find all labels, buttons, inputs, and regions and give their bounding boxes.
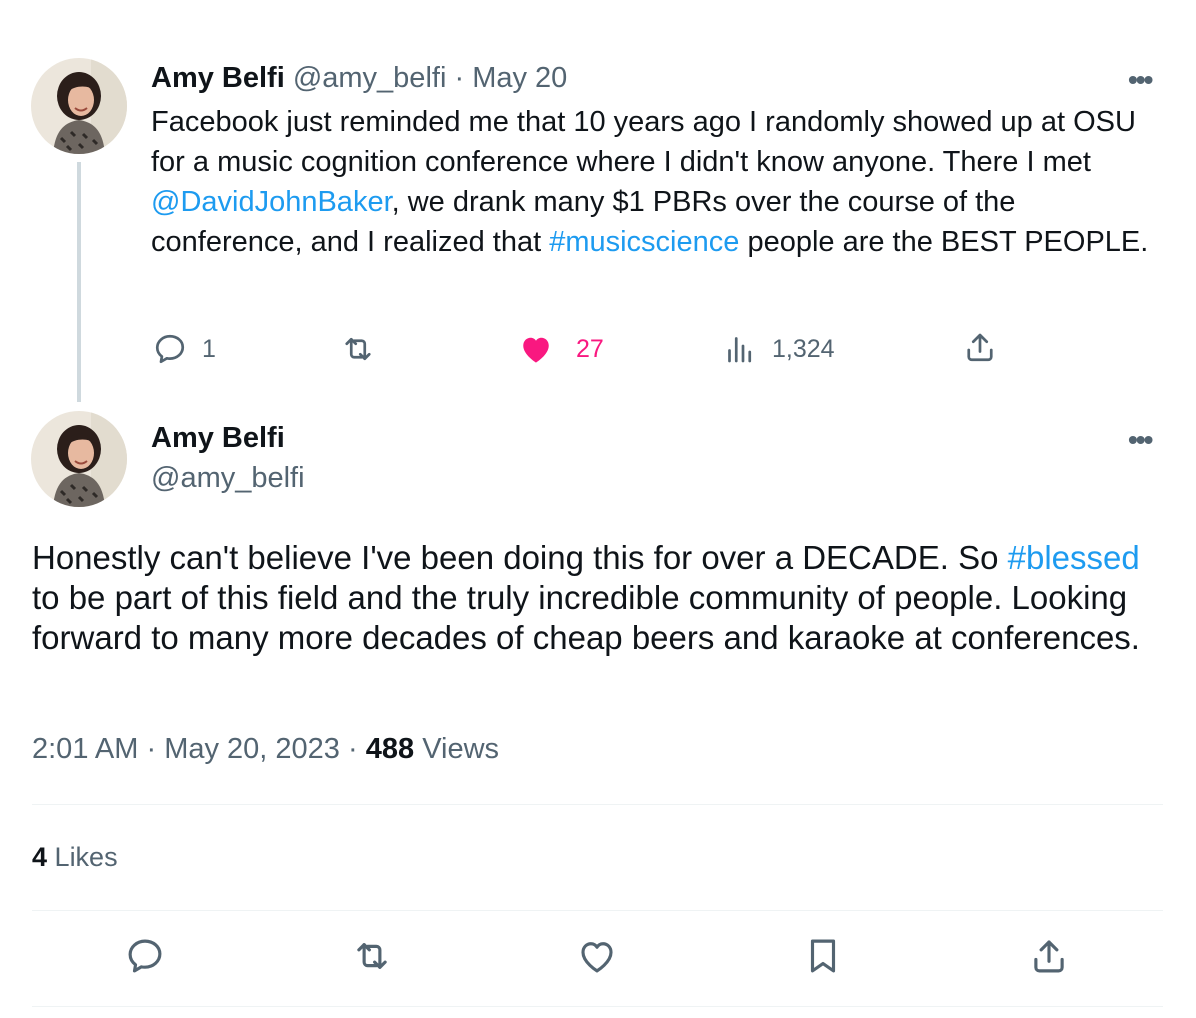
handle[interactable]: @amy_belfi [293, 62, 447, 94]
views-label: Views [422, 733, 500, 765]
separator: · [348, 733, 358, 765]
tweet-time[interactable]: 2:01 AM [32, 733, 138, 765]
heart-filled-icon [523, 337, 549, 363]
separator: · [146, 733, 157, 765]
view-count: 1,324 [772, 334, 835, 363]
display-name[interactable]: Amy Belfi [151, 422, 285, 455]
share-icon [1034, 940, 1064, 973]
retweet-button[interactable] [350, 935, 394, 982]
share-button[interactable] [1028, 935, 1070, 982]
like-count: 27 [576, 334, 604, 363]
share-icon [967, 333, 993, 362]
retweet-icon [357, 943, 387, 969]
tweet-text-part: Facebook just reminded me that 10 years … [151, 106, 1136, 178]
views-button[interactable]: 1,324 [722, 331, 835, 367]
tweet1-header: Amy Belfi @amy_belfi · May 20 [151, 62, 567, 95]
heart-icon [581, 942, 613, 973]
mention-link[interactable]: @DavidJohnBaker [151, 186, 392, 218]
reply-count: 1 [202, 334, 216, 363]
reply-button[interactable]: 1 [152, 331, 216, 367]
tweet-text-part: to be part of this field and the truly i… [32, 579, 1140, 656]
tweet-date[interactable]: May 20 [472, 62, 567, 94]
analytics-icon [728, 337, 752, 363]
bookmark-button[interactable] [802, 935, 844, 982]
separator: · [454, 62, 465, 94]
retweet-button[interactable] [339, 331, 377, 367]
reply-icon [128, 939, 162, 973]
more-options-icon[interactable]: ••• [1128, 64, 1153, 96]
like-button[interactable] [576, 935, 618, 982]
tweet1-text: Facebook just reminded me that 10 years … [151, 102, 1171, 262]
share-button[interactable] [962, 329, 998, 365]
reply-icon [155, 334, 185, 364]
likes-summary[interactable]: 4 Likes [32, 842, 118, 873]
likes-label: Likes [54, 842, 118, 872]
thread-connector-line [77, 162, 81, 402]
avatar[interactable] [31, 58, 127, 154]
divider [32, 804, 1163, 805]
tweet-full-date[interactable]: May 20, 2023 [164, 733, 340, 765]
divider [32, 1006, 1163, 1007]
display-name[interactable]: Amy Belfi [151, 62, 285, 94]
tweet-metadata: 2:01 AM · May 20, 2023 · 488 Views [32, 733, 499, 766]
handle[interactable]: @amy_belfi [151, 462, 305, 495]
like-button[interactable]: 27 [518, 331, 604, 367]
tweet2-text: Honestly can't believe I've been doing t… [32, 538, 1152, 658]
reply-button[interactable] [124, 935, 166, 982]
more-options-icon[interactable]: ••• [1128, 424, 1153, 456]
avatar-photo [31, 58, 127, 154]
retweet-icon [345, 337, 371, 361]
views-count: 488 [365, 733, 415, 765]
tweet-text-part: Honestly can't believe I've been doing t… [32, 539, 1008, 576]
hashtag-link[interactable]: #blessed [1008, 539, 1140, 576]
hashtag-link[interactable]: #musicscience [549, 226, 739, 258]
tweet-text-part: people are the BEST PEOPLE. [739, 226, 1149, 258]
likes-count: 4 [32, 842, 48, 872]
avatar-photo [31, 411, 127, 507]
avatar[interactable] [31, 411, 127, 507]
divider [32, 910, 1163, 911]
bookmark-icon [810, 939, 836, 973]
